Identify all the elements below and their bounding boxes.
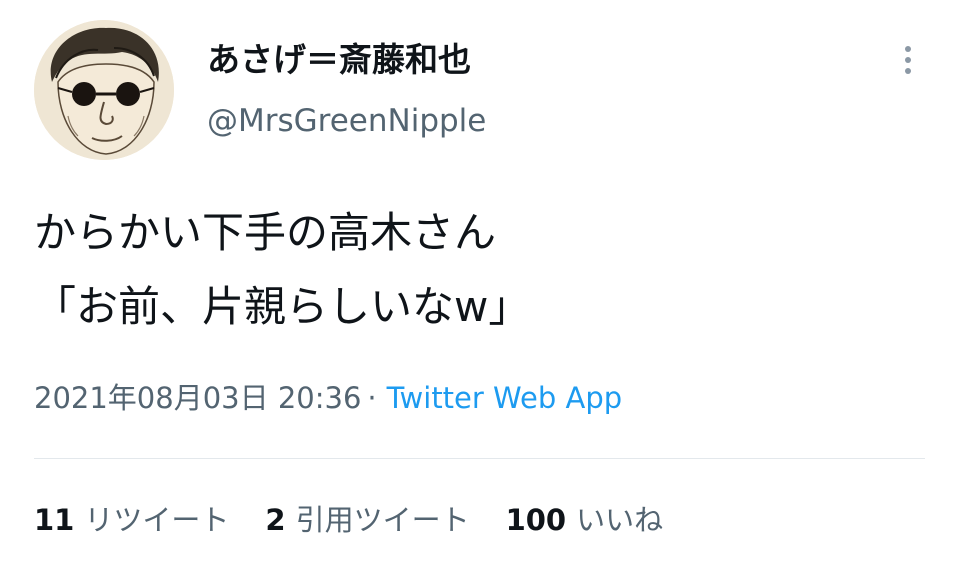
more-vertical-icon xyxy=(905,68,911,74)
tweet-text-line: 「お前、片親らしいなw」 xyxy=(34,282,531,331)
more-vertical-icon xyxy=(905,46,911,52)
quotes-count: 2 xyxy=(265,503,286,537)
avatar[interactable] xyxy=(34,20,174,160)
retweets-label: リツイート xyxy=(84,503,230,537)
more-options-button[interactable] xyxy=(888,38,928,82)
avatar-icon xyxy=(34,20,174,160)
author-handle[interactable]: @MrsGreenNipple xyxy=(207,100,486,142)
quotes-label: 引用ツイート xyxy=(295,503,470,537)
retweets-count: 11 xyxy=(34,503,75,537)
tweet-card: あさげ＝斎藤和也 @MrsGreenNipple からかい下手の高木さん 「お前… xyxy=(0,0,959,573)
likes-label: いいね xyxy=(576,503,664,537)
tweet-source-link[interactable]: Twitter Web App xyxy=(387,381,623,415)
author-display-name[interactable]: あさげ＝斎藤和也 xyxy=(207,38,471,82)
tweet-stats: 11 リツイート 2 引用ツイート 100 いいね xyxy=(34,498,663,542)
likes-stat[interactable]: 100 いいね xyxy=(506,498,664,542)
retweets-stat[interactable]: 11 リツイート xyxy=(34,498,229,542)
tweet-meta: 2021年08月03日 20:36 · Twitter Web App xyxy=(34,376,622,420)
meta-separator: · xyxy=(367,381,377,415)
tweet-text-line: からかい下手の高木さん xyxy=(34,208,497,257)
quotes-stat[interactable]: 2 引用ツイート xyxy=(265,498,469,542)
likes-count: 100 xyxy=(505,503,567,537)
tweet-text: からかい下手の高木さん 「お前、片親らしいなw」 xyxy=(34,196,914,344)
tweet-timestamp[interactable]: 2021年08月03日 20:36 xyxy=(34,381,361,415)
divider xyxy=(34,458,925,459)
more-vertical-icon xyxy=(905,57,911,63)
